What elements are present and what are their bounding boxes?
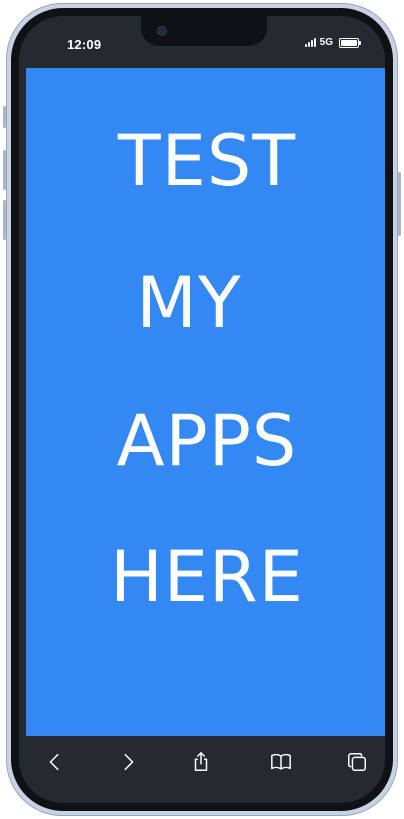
battery-icon — [339, 37, 361, 48]
back-icon — [49, 753, 59, 771]
screen: 12:09 5G TEST MY APPS HERE — [19, 16, 385, 803]
browser-toolbar — [19, 736, 385, 796]
bookmarks-icon — [271, 753, 291, 770]
share-icon — [194, 752, 208, 771]
back-button[interactable] — [41, 748, 69, 776]
share-button[interactable] — [187, 748, 215, 776]
tabs-icon — [348, 753, 366, 771]
signal-icon — [304, 38, 316, 47]
volume-down-button — [3, 200, 6, 240]
notch — [141, 16, 267, 46]
headline-line-4: HERE — [110, 536, 304, 618]
headline-line-2: MY — [136, 262, 242, 344]
power-button — [398, 172, 401, 236]
status-time: 12:09 — [67, 37, 102, 52]
network-label: 5G — [319, 37, 333, 48]
volume-up-button — [3, 150, 6, 190]
forward-icon — [124, 753, 134, 771]
phone-frame: 12:09 5G TEST MY APPS HERE — [3, 3, 401, 816]
web-page-content: TEST MY APPS HERE — [26, 68, 385, 736]
status-indicators: 5G — [304, 37, 361, 48]
headline-line-3: APPS — [116, 400, 298, 482]
front-camera — [157, 26, 167, 36]
phone-bezel: 12:09 5G TEST MY APPS HERE — [11, 8, 393, 811]
mute-switch — [3, 106, 6, 128]
tabs-button[interactable] — [343, 748, 371, 776]
forward-button[interactable] — [114, 748, 142, 776]
bookmarks-button[interactable] — [267, 748, 295, 776]
headline-line-1: TEST — [117, 120, 297, 202]
